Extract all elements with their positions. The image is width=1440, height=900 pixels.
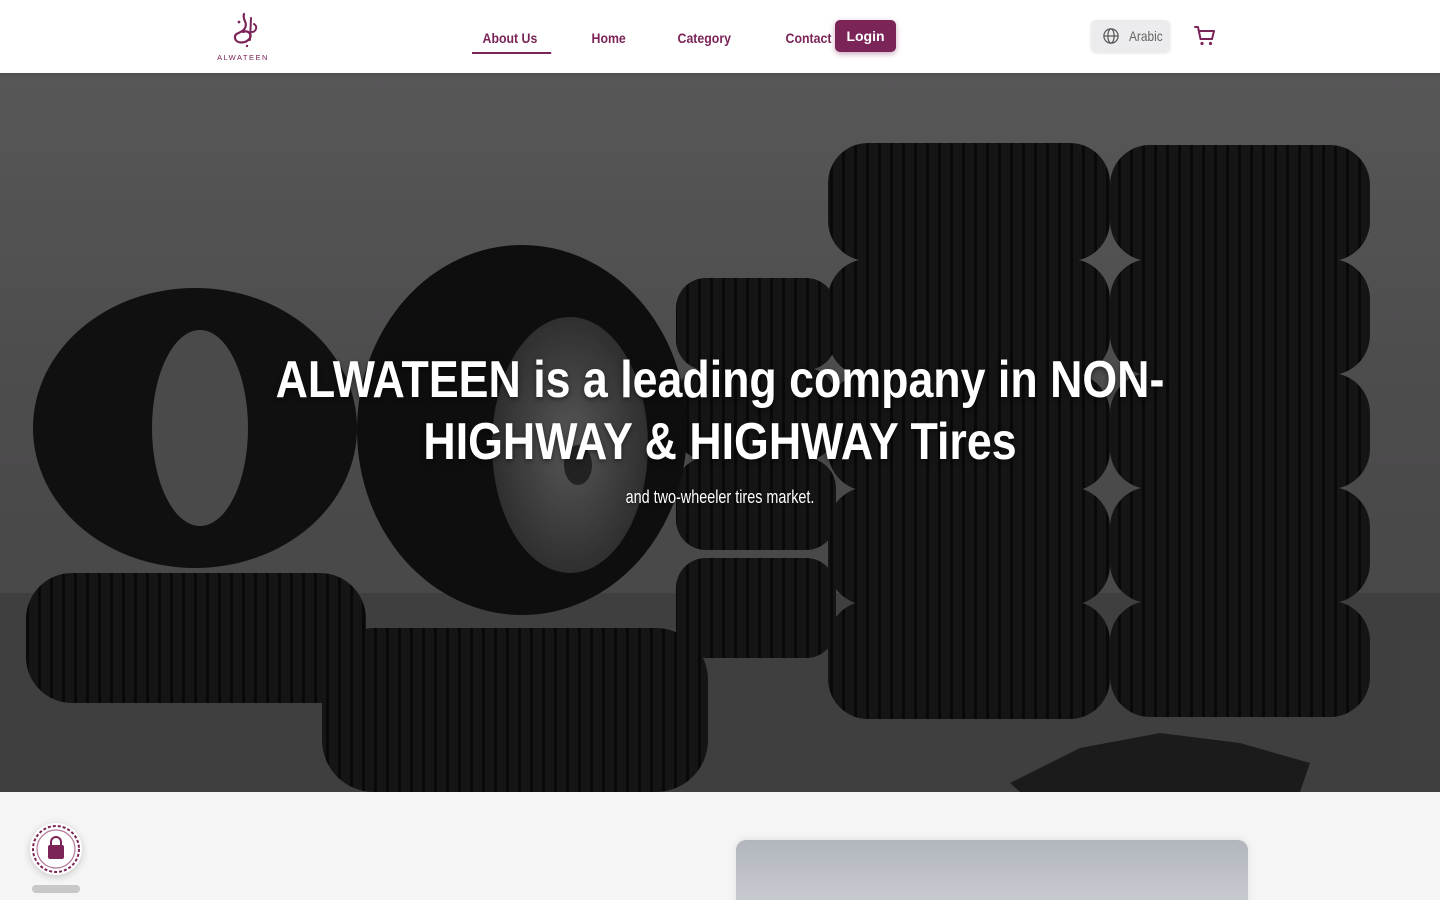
brand-logo[interactable]: ALWATEEN — [214, 10, 272, 62]
floating-button-shadow — [32, 885, 80, 893]
logo-calligraphy-icon — [233, 12, 258, 48]
globe-icon — [1103, 28, 1119, 44]
login-button[interactable]: Login — [835, 20, 896, 52]
hero-section: ALWATEEN is a leading company in NON-HIG… — [0, 73, 1440, 792]
about-image-card — [736, 840, 1248, 900]
site-header: ALWATEEN About Us Home Category Contact … — [0, 0, 1440, 73]
nav-category[interactable]: Category — [667, 22, 742, 54]
cart-button[interactable] — [1193, 24, 1217, 48]
hero-subtitle: and two-wheeler tires market. — [625, 487, 815, 507]
cart-icon — [1194, 26, 1215, 46]
floating-shop-button[interactable] — [30, 823, 82, 875]
language-switcher[interactable]: Arabic — [1091, 20, 1170, 52]
nav-home[interactable]: Home — [581, 22, 636, 54]
language-label: Arabic — [1129, 28, 1163, 44]
nav-about-us[interactable]: About Us — [472, 22, 552, 54]
hero-title: ALWATEEN is a leading company in NON-HIG… — [275, 351, 1165, 471]
shopping-bag-icon — [32, 825, 80, 873]
about-section — [0, 792, 1440, 900]
nav-contact[interactable]: Contact — [775, 22, 842, 54]
logo-wordmark: ALWATEEN — [217, 53, 269, 62]
main-nav: About Us Home Category Contact — [472, 20, 874, 56]
